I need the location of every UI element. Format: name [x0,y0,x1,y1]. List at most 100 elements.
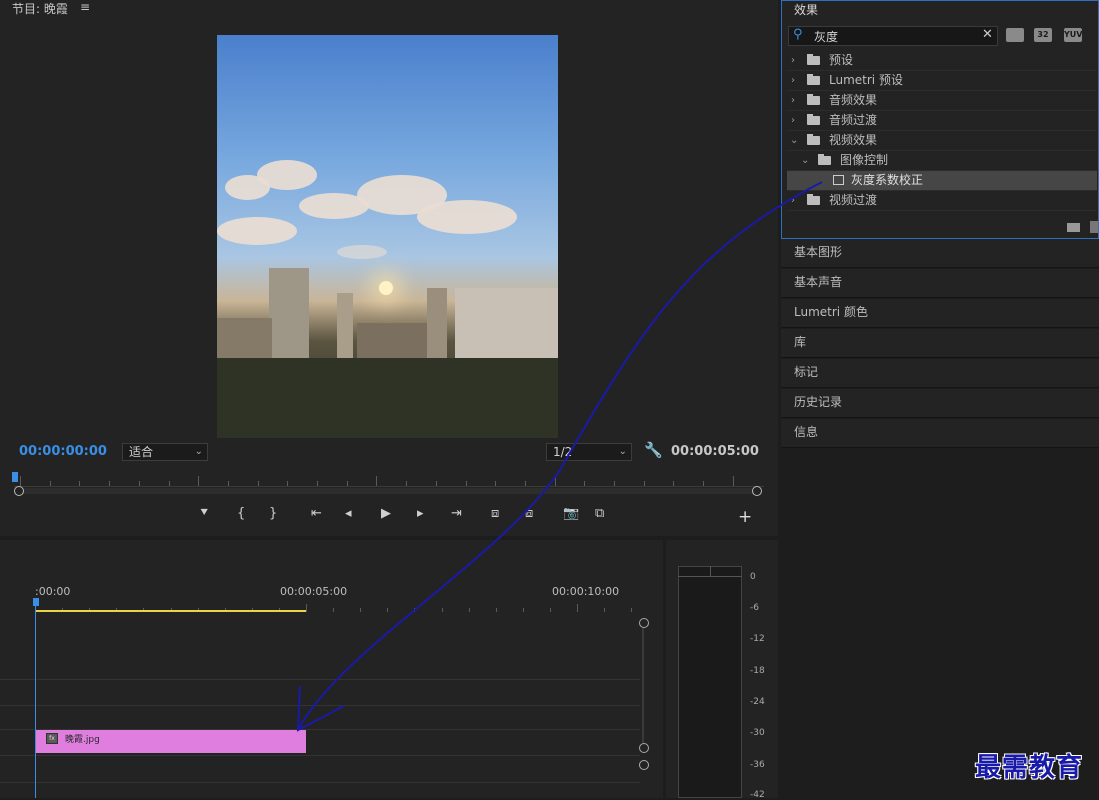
ruler-tick [465,481,467,486]
comparison-view-icon[interactable]: ⧉ [595,506,604,521]
step-back-icon[interactable]: ◂ [345,506,352,521]
monitor-zoom-scrollbar[interactable] [14,486,762,496]
timeline-clip[interactable]: fx 晚霞.jpg [35,730,306,753]
duration-timecode: 00:00:05:00 [671,444,759,459]
ruler-tick [435,481,437,486]
timeline-panel[interactable]: :00:00 00:00:05:00 00:00:10:00 [0,540,663,798]
overwrite-icon[interactable]: ⧈ [525,506,533,521]
ruler-tick [414,608,416,612]
scroll-knob-top[interactable] [639,618,649,628]
db-label: -24 [750,697,765,707]
effects-panel: 效果 ⚲ 灰度 ✕ 32 YUV › 预设 › Lumetri 预设 › 音频效… [781,0,1099,239]
folder-icon [807,74,820,85]
ruler-tick [522,608,524,612]
effects-panel-title[interactable]: 效果 [794,1,818,18]
chevron-right-icon: › [791,115,795,126]
timeline-time-label: :00:00 [35,585,71,598]
mark-in-icon[interactable]: { [237,506,245,521]
timeline-playhead-line[interactable] [35,600,36,798]
timeline-time-label: 00:00:10:00 [552,585,620,598]
add-marker-icon[interactable]: ⯆ [199,506,209,521]
go-to-out-icon[interactable]: ⇥ [451,506,462,521]
trash-icon[interactable] [1090,221,1098,233]
tree-item-label: 预设 [829,53,854,67]
scroll-knob-bottom[interactable] [639,743,649,753]
panel-lumetri-color[interactable]: Lumetri 颜色 [781,299,1099,328]
current-timecode[interactable]: 00:00:00:00 [19,444,107,459]
tree-item-label: 音频效果 [829,93,878,107]
timeline-playhead-handle[interactable] [33,598,39,606]
db-label: -6 [750,603,759,613]
scroll-knob-right[interactable] [752,486,762,496]
ruler-tick [406,481,408,486]
ruler-tick [524,481,526,486]
step-forward-icon[interactable]: ▸ [417,506,424,521]
yuv-effects-icon[interactable]: YUV [1064,28,1082,42]
tree-item-video-effects[interactable]: ⌄ 视频效果 [787,131,1097,151]
accelerated-effects-icon[interactable] [1006,28,1024,42]
program-video-frame[interactable] [217,35,558,438]
panel-history[interactable]: 历史记录 [781,389,1099,418]
effects-search-field[interactable]: ⚲ 灰度 ✕ [788,26,998,46]
play-icon[interactable]: ▶ [381,506,391,521]
mark-out-icon[interactable]: } [269,506,277,521]
timeline-vertical-scrollbar[interactable] [642,627,644,743]
tree-item-label: Lumetri 预设 [829,73,903,87]
chevron-down-icon: ⌄ [194,446,203,457]
tree-item-audio-effects[interactable]: › 音频效果 [787,91,1097,111]
tree-item-video-transitions[interactable]: › 视频过渡 [787,191,1097,211]
tree-item-label: 音频过渡 [829,113,878,127]
tree-item-presets[interactable]: › 预设 [787,51,1097,71]
chevron-down-icon: ⌄ [790,135,799,146]
ruler-tick [584,481,586,486]
chevron-right-icon: › [791,195,795,206]
insert-icon[interactable]: ⧈ [491,506,499,521]
panel-essential-graphics[interactable]: 基本图形 [781,239,1099,268]
panel-libraries[interactable]: 库 [781,329,1099,358]
folder-icon [818,154,831,165]
program-monitor-title[interactable]: 节目: 晚霞 [12,0,68,17]
panel-info[interactable]: 信息 [781,419,1099,448]
playback-resolution-dropdown[interactable]: 1/2 ⌄ [546,443,632,461]
ruler-tick [198,476,200,486]
track-divider [0,679,640,680]
effects-search-value: 灰度 [814,30,839,44]
new-bin-folder-icon[interactable] [1067,223,1080,232]
scroll-knob-left[interactable] [14,486,24,496]
fit-zoom-value: 适合 [129,445,154,459]
go-to-in-icon[interactable]: ⇤ [311,506,322,521]
tree-item-gamma-correction[interactable]: 灰度系数校正 [787,171,1097,191]
folder-icon [807,54,820,65]
panel-markers[interactable]: 标记 [781,359,1099,388]
ruler-tick [441,608,443,612]
button-editor-plus-icon[interactable]: + [738,507,752,527]
tree-item-lumetri-presets[interactable]: › Lumetri 预设 [787,71,1097,91]
track-divider [0,755,640,756]
chevron-right-icon: › [791,95,795,106]
fit-zoom-dropdown[interactable]: 适合 ⌄ [122,443,208,461]
ruler-tick [49,481,51,486]
tree-item-audio-transitions[interactable]: › 音频过渡 [787,111,1097,131]
ruler-tick [495,481,497,486]
panel-menu-icon[interactable]: ≡ [80,0,90,14]
ruler-tick [673,481,675,486]
work-area-bar[interactable] [35,610,306,612]
monitor-playhead[interactable] [12,472,18,482]
folder-icon [807,134,820,145]
db-label: -36 [750,760,765,770]
monitor-time-ruler[interactable] [14,470,764,487]
ruler-tick [614,481,615,486]
ruler-tick [604,608,606,612]
db-label: -42 [750,790,765,800]
tree-item-image-control[interactable]: ⌄ 图像控制 [787,151,1097,171]
panel-essential-sound[interactable]: 基本声音 [781,269,1099,298]
32bit-effects-icon[interactable]: 32 [1034,28,1052,42]
scroll-knob-top-2[interactable] [639,760,649,770]
ruler-tick [346,481,348,486]
chevron-right-icon: › [791,75,795,86]
ruler-tick [703,481,705,486]
export-frame-camera-icon[interactable]: 📷 [563,506,579,521]
settings-wrench-icon[interactable]: 🔧 [644,441,663,459]
clear-search-icon[interactable]: ✕ [982,27,993,42]
track-divider [0,782,640,783]
